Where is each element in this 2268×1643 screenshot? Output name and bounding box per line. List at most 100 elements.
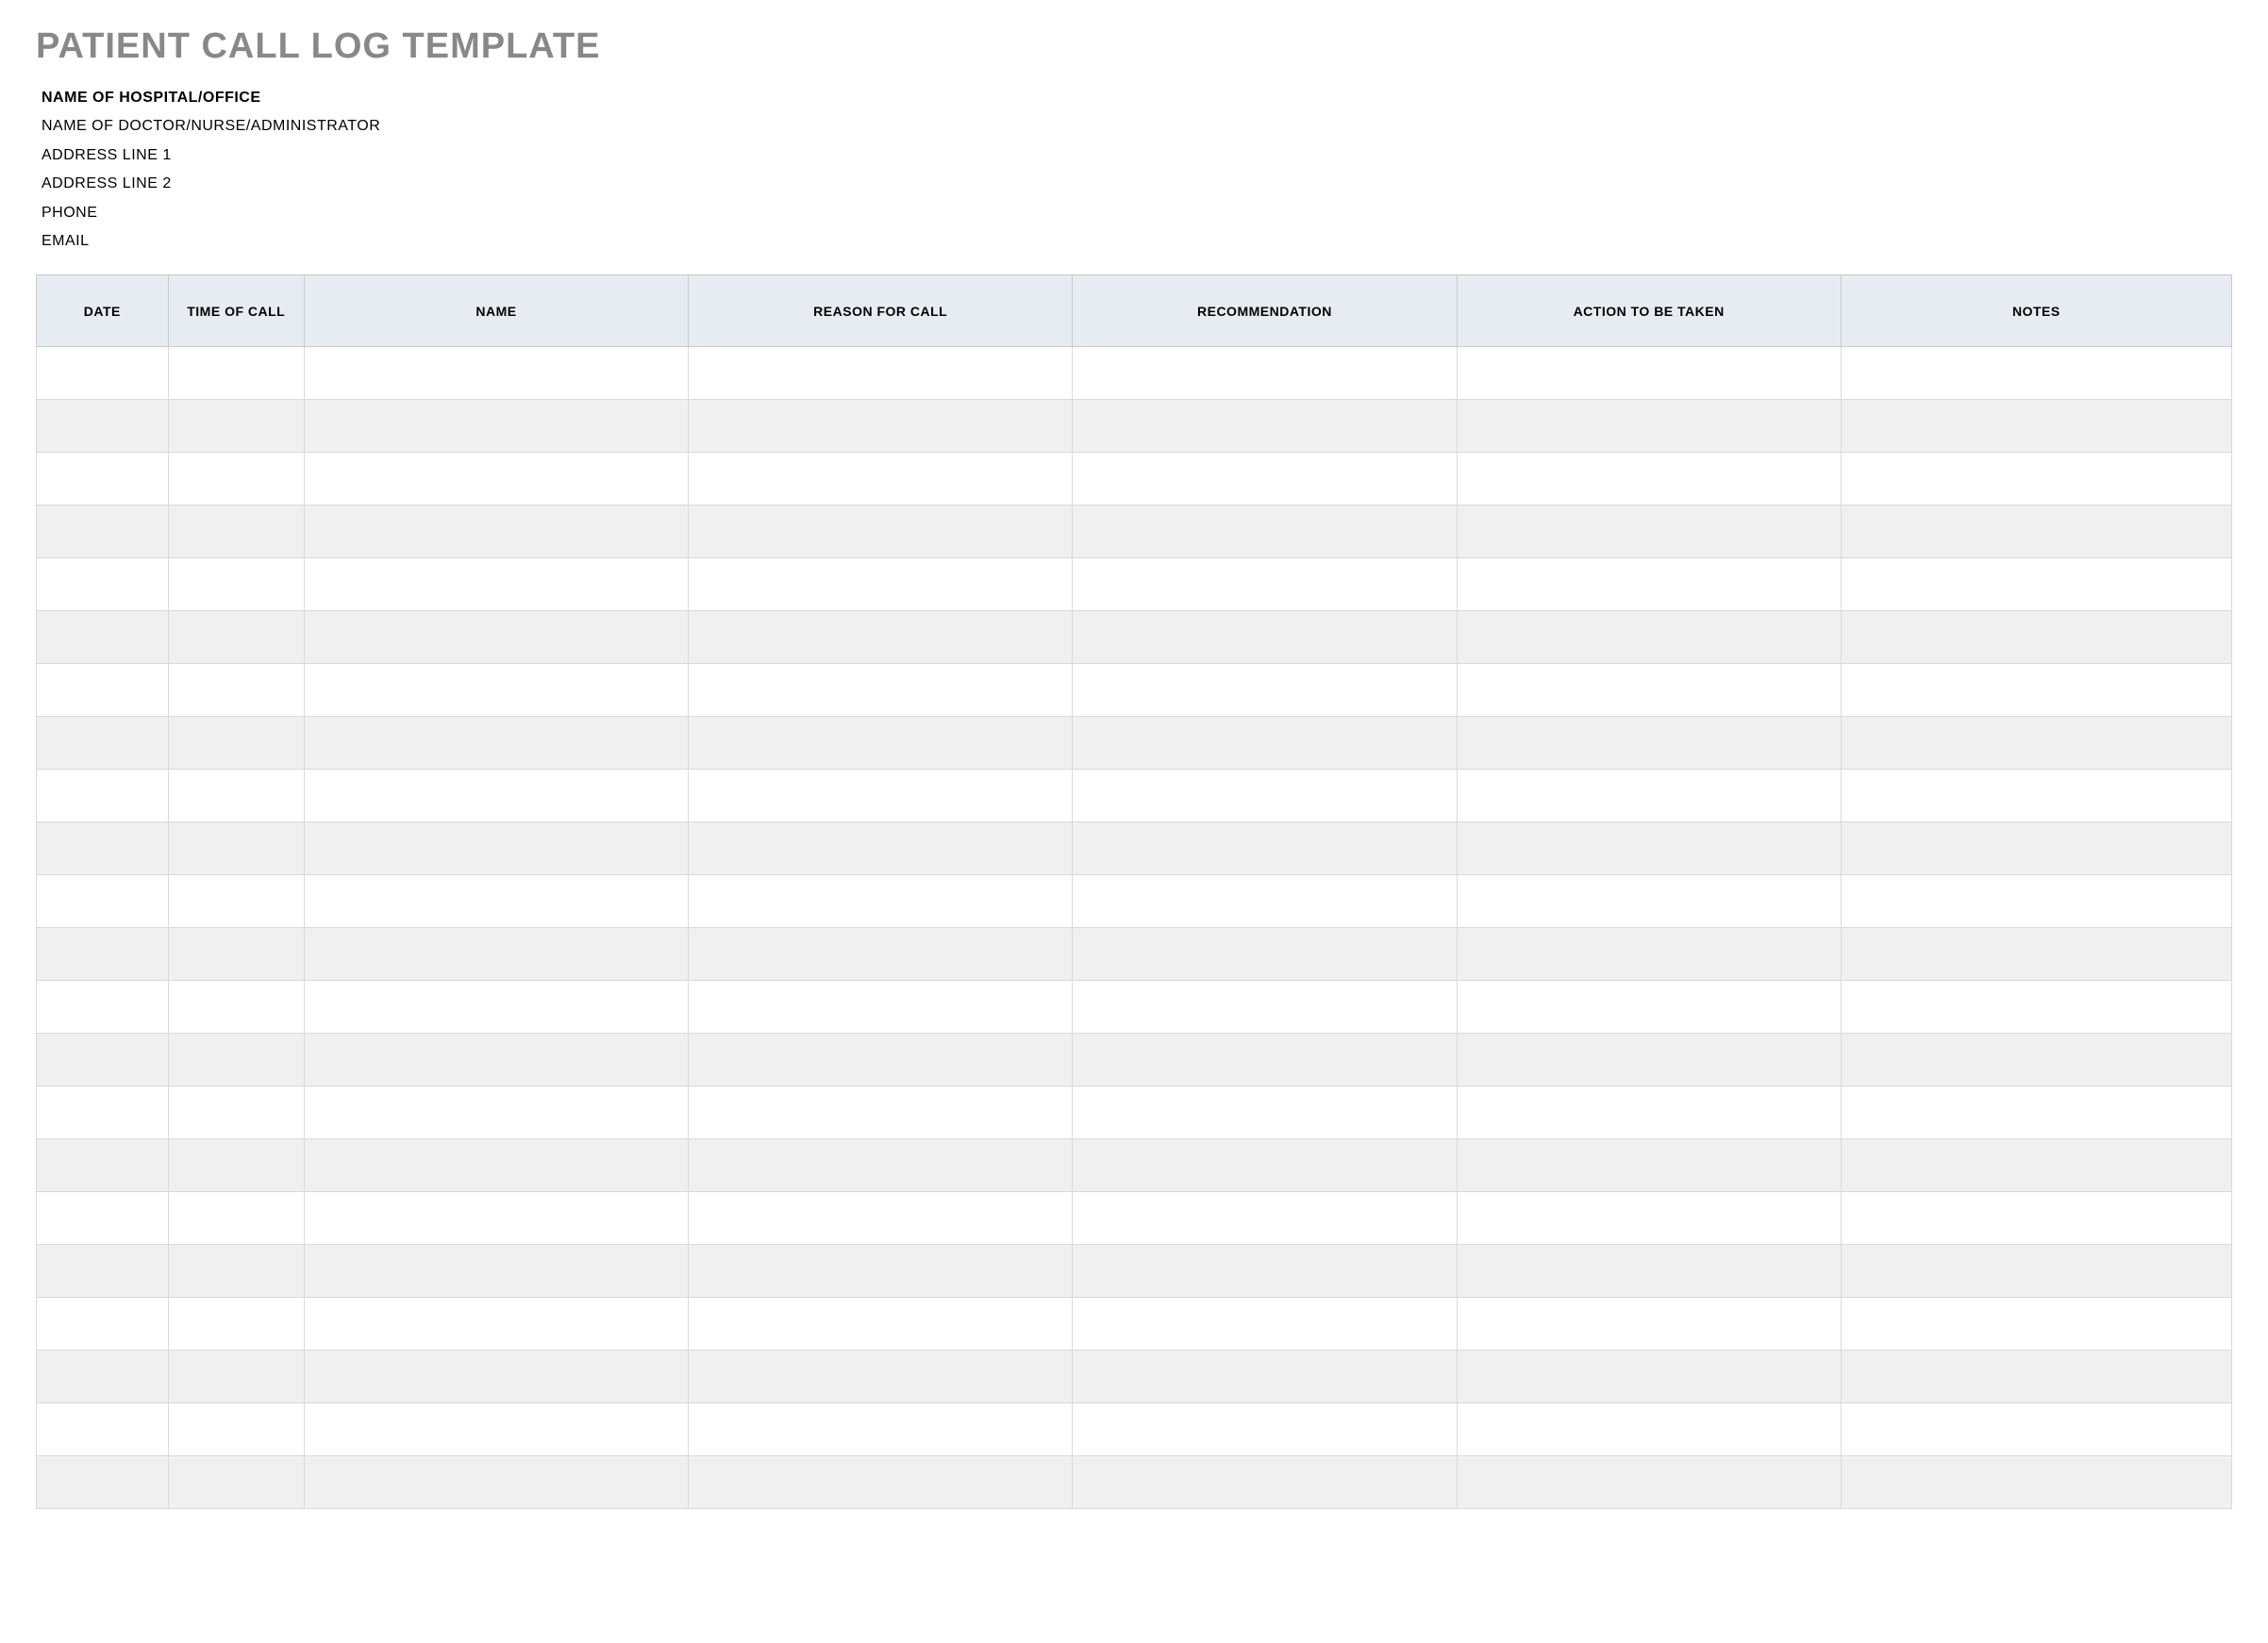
table-cell[interactable]: [304, 1456, 688, 1509]
table-cell[interactable]: [689, 875, 1073, 928]
table-cell[interactable]: [37, 347, 169, 400]
table-cell[interactable]: [37, 928, 169, 981]
table-cell[interactable]: [304, 1034, 688, 1087]
table-cell[interactable]: [304, 770, 688, 822]
table-cell[interactable]: [37, 1034, 169, 1087]
table-cell[interactable]: [1073, 1034, 1457, 1087]
table-cell[interactable]: [168, 1351, 304, 1403]
table-cell[interactable]: [689, 400, 1073, 453]
table-cell[interactable]: [37, 1192, 169, 1245]
table-cell[interactable]: [689, 611, 1073, 664]
table-cell[interactable]: [1073, 1403, 1457, 1456]
table-cell[interactable]: [1841, 1139, 2231, 1192]
table-cell[interactable]: [168, 506, 304, 558]
table-cell[interactable]: [1073, 611, 1457, 664]
table-cell[interactable]: [1841, 1456, 2231, 1509]
table-cell[interactable]: [689, 770, 1073, 822]
table-cell[interactable]: [168, 770, 304, 822]
table-cell[interactable]: [1841, 1087, 2231, 1139]
table-cell[interactable]: [1457, 1245, 1841, 1298]
table-cell[interactable]: [168, 1139, 304, 1192]
table-cell[interactable]: [304, 875, 688, 928]
table-cell[interactable]: [37, 1087, 169, 1139]
table-cell[interactable]: [689, 506, 1073, 558]
table-cell[interactable]: [168, 400, 304, 453]
table-cell[interactable]: [168, 1192, 304, 1245]
table-cell[interactable]: [1073, 347, 1457, 400]
table-cell[interactable]: [304, 928, 688, 981]
table-cell[interactable]: [37, 822, 169, 875]
table-cell[interactable]: [1841, 981, 2231, 1034]
table-cell[interactable]: [37, 875, 169, 928]
table-cell[interactable]: [1457, 928, 1841, 981]
table-cell[interactable]: [1073, 770, 1457, 822]
table-cell[interactable]: [304, 717, 688, 770]
table-cell[interactable]: [689, 1351, 1073, 1403]
table-cell[interactable]: [1457, 1034, 1841, 1087]
table-cell[interactable]: [1457, 1298, 1841, 1351]
table-cell[interactable]: [37, 1139, 169, 1192]
table-cell[interactable]: [1073, 928, 1457, 981]
table-cell[interactable]: [1073, 875, 1457, 928]
table-cell[interactable]: [1073, 453, 1457, 506]
table-cell[interactable]: [1841, 558, 2231, 611]
table-cell[interactable]: [1457, 453, 1841, 506]
table-cell[interactable]: [1841, 1351, 2231, 1403]
table-cell[interactable]: [168, 717, 304, 770]
table-cell[interactable]: [1841, 664, 2231, 717]
table-cell[interactable]: [168, 453, 304, 506]
table-cell[interactable]: [1073, 822, 1457, 875]
table-cell[interactable]: [1457, 717, 1841, 770]
table-cell[interactable]: [37, 1403, 169, 1456]
table-cell[interactable]: [1073, 717, 1457, 770]
table-cell[interactable]: [37, 1298, 169, 1351]
table-cell[interactable]: [689, 1192, 1073, 1245]
table-cell[interactable]: [1841, 453, 2231, 506]
table-cell[interactable]: [304, 1245, 688, 1298]
table-cell[interactable]: [689, 981, 1073, 1034]
table-cell[interactable]: [1073, 664, 1457, 717]
table-cell[interactable]: [689, 347, 1073, 400]
table-cell[interactable]: [1457, 506, 1841, 558]
table-cell[interactable]: [37, 1351, 169, 1403]
table-cell[interactable]: [1841, 611, 2231, 664]
table-cell[interactable]: [168, 822, 304, 875]
table-cell[interactable]: [168, 1403, 304, 1456]
table-cell[interactable]: [1457, 1456, 1841, 1509]
table-cell[interactable]: [304, 1351, 688, 1403]
table-cell[interactable]: [304, 981, 688, 1034]
table-cell[interactable]: [304, 1298, 688, 1351]
table-cell[interactable]: [168, 1245, 304, 1298]
table-cell[interactable]: [1457, 347, 1841, 400]
table-cell[interactable]: [1841, 506, 2231, 558]
table-cell[interactable]: [1457, 981, 1841, 1034]
table-cell[interactable]: [689, 1456, 1073, 1509]
table-cell[interactable]: [168, 1298, 304, 1351]
table-cell[interactable]: [1841, 1034, 2231, 1087]
table-cell[interactable]: [1841, 1403, 2231, 1456]
table-cell[interactable]: [1457, 770, 1841, 822]
table-cell[interactable]: [168, 1034, 304, 1087]
table-cell[interactable]: [689, 717, 1073, 770]
table-cell[interactable]: [304, 1087, 688, 1139]
table-cell[interactable]: [1841, 717, 2231, 770]
table-cell[interactable]: [304, 558, 688, 611]
table-cell[interactable]: [689, 1298, 1073, 1351]
table-cell[interactable]: [37, 453, 169, 506]
table-cell[interactable]: [1841, 928, 2231, 981]
table-cell[interactable]: [168, 1456, 304, 1509]
table-cell[interactable]: [1841, 1298, 2231, 1351]
table-cell[interactable]: [37, 506, 169, 558]
table-cell[interactable]: [37, 558, 169, 611]
table-cell[interactable]: [1841, 822, 2231, 875]
table-cell[interactable]: [168, 611, 304, 664]
table-cell[interactable]: [689, 1245, 1073, 1298]
table-cell[interactable]: [1073, 400, 1457, 453]
table-cell[interactable]: [1457, 1351, 1841, 1403]
table-cell[interactable]: [168, 664, 304, 717]
table-cell[interactable]: [37, 1245, 169, 1298]
table-cell[interactable]: [168, 347, 304, 400]
table-cell[interactable]: [168, 981, 304, 1034]
table-cell[interactable]: [689, 1403, 1073, 1456]
table-cell[interactable]: [689, 928, 1073, 981]
